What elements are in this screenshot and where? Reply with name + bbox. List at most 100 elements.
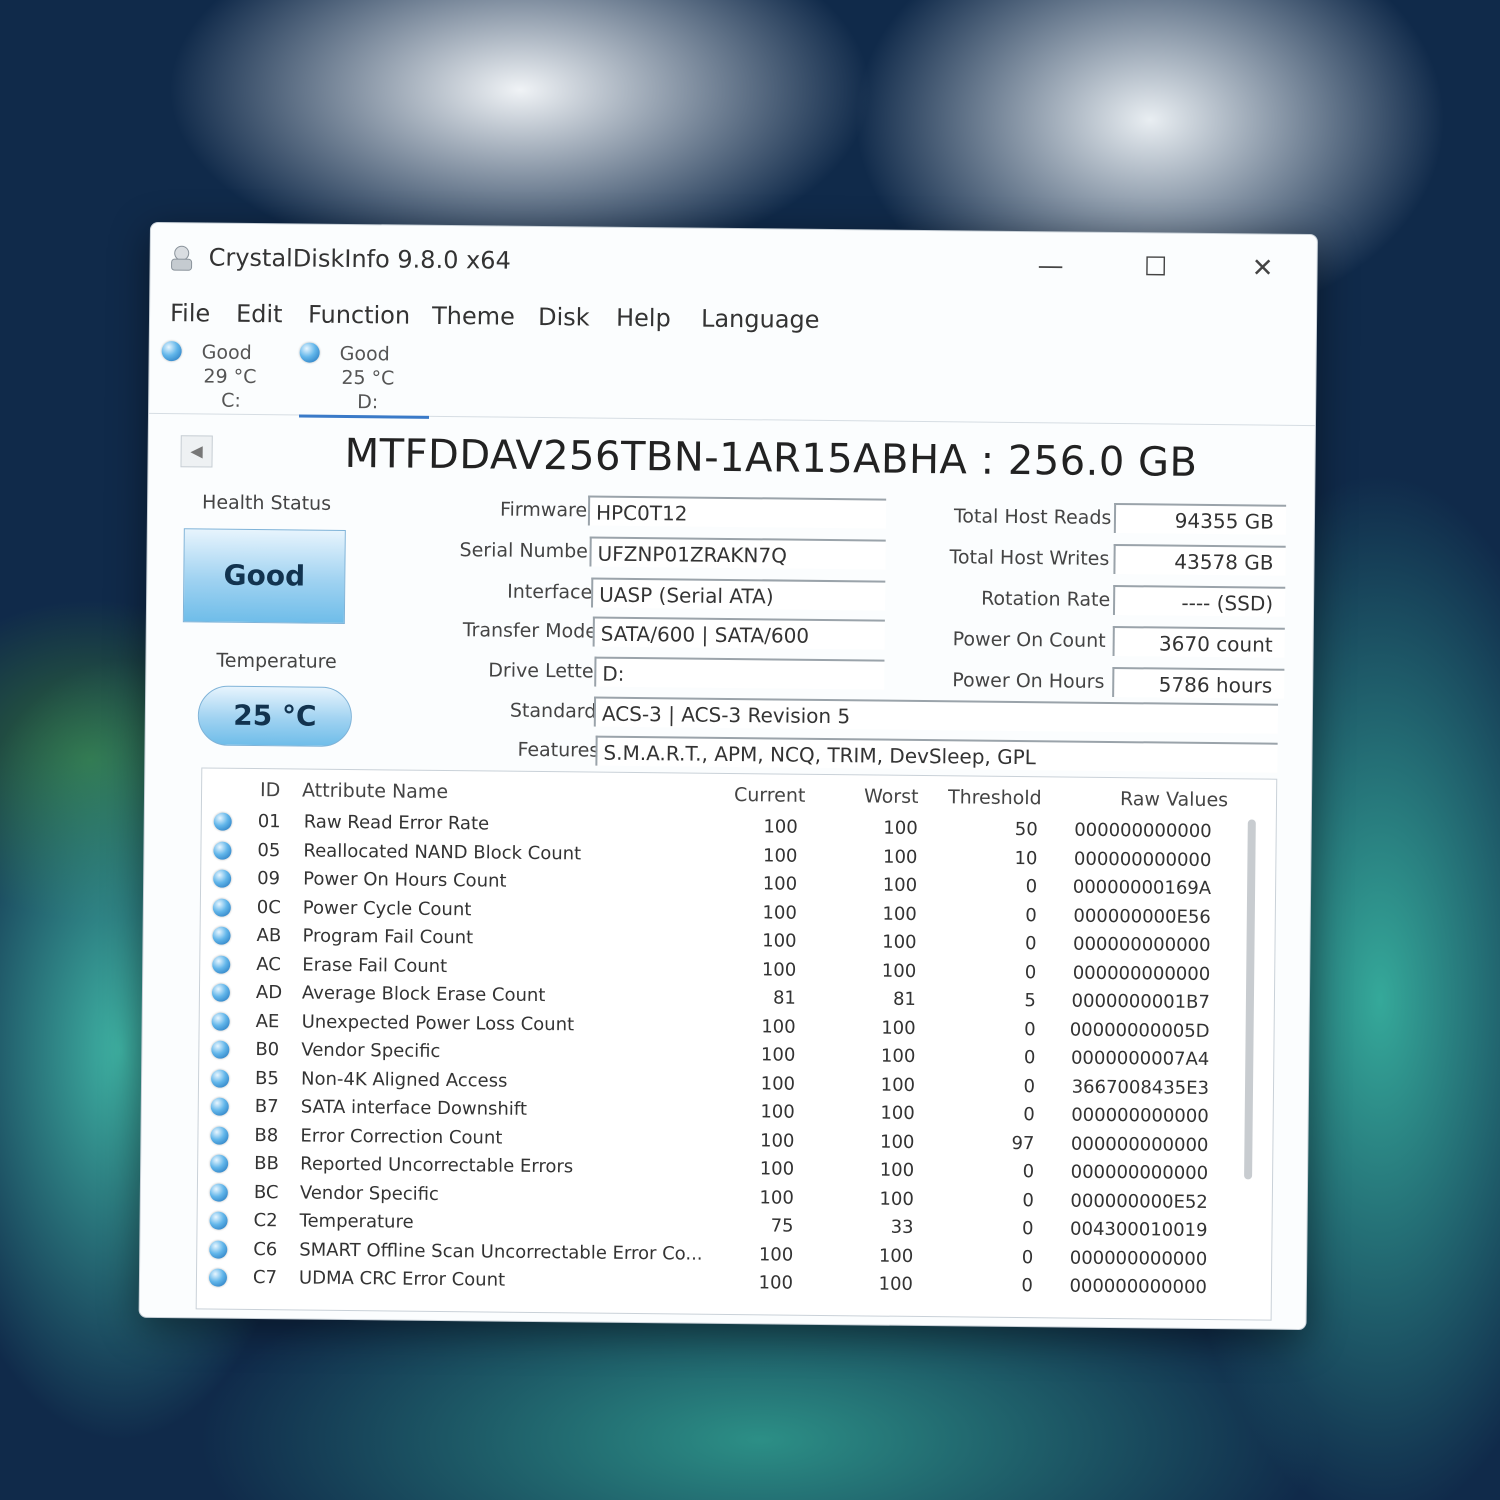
cell-attribute-name: Reallocated NAND Block Count — [303, 840, 582, 864]
cell-current: 100 — [759, 1186, 794, 1209]
status-orb-icon — [209, 1240, 228, 1259]
cell-current: 100 — [758, 1272, 794, 1294]
column-header-threshold[interactable]: Threshold — [948, 786, 1042, 809]
cell-id: B5 — [254, 1067, 279, 1089]
cell-raw-value: 000000000E56 — [1073, 905, 1211, 928]
menu-edit[interactable]: Edit — [236, 296, 283, 332]
cell-raw-value: 000000000000 — [1073, 848, 1212, 871]
menu-language[interactable]: Language — [701, 301, 820, 338]
menu-function[interactable]: Function — [308, 297, 410, 334]
cell-raw-value: 000000000000 — [1070, 1161, 1209, 1185]
status-orb-icon — [210, 1154, 229, 1173]
total-host-reads-label: Total Host Reads — [953, 505, 1112, 529]
cell-id: B7 — [254, 1096, 279, 1118]
cell-id: AD — [255, 982, 283, 1004]
cell-current: 100 — [762, 930, 797, 952]
cell-worst: 100 — [879, 1159, 915, 1181]
cell-worst: 100 — [879, 1188, 914, 1210]
menu-help[interactable]: Help — [616, 300, 671, 337]
cell-raw-value: 000000000000 — [1070, 1133, 1209, 1156]
cell-worst: 100 — [881, 1017, 916, 1039]
cell-threshold: 0 — [1025, 876, 1038, 898]
cell-id: BC — [253, 1181, 279, 1203]
cell-attribute-name: Power Cycle Count — [302, 897, 472, 920]
close-button[interactable]: ✕ — [1232, 246, 1292, 291]
status-orb-icon — [209, 1211, 228, 1230]
column-header-attribute-name[interactable]: Attribute Name — [302, 780, 448, 804]
cell-attribute-name: Vendor Specific — [299, 1182, 440, 1205]
cell-current: 100 — [761, 1015, 796, 1038]
cell-threshold: 0 — [1021, 1275, 1034, 1297]
cell-worst: 100 — [882, 846, 918, 868]
maximize-button[interactable]: ☐ — [1125, 245, 1185, 290]
cell-current: 100 — [762, 844, 798, 867]
status-orb-icon — [213, 812, 232, 831]
status-orb-icon — [213, 869, 232, 888]
cell-attribute-name: Raw Read Error Rate — [303, 811, 490, 835]
menu-theme[interactable]: Theme — [432, 298, 515, 335]
status-orb-icon — [213, 841, 232, 860]
minimize-button[interactable]: — — [1020, 244, 1080, 289]
cell-id: C6 — [253, 1238, 278, 1260]
menu-disk[interactable]: Disk — [538, 299, 590, 336]
status-orb-icon — [211, 1040, 230, 1059]
cell-id: AC — [256, 953, 281, 975]
column-header-id[interactable]: ID — [260, 779, 280, 801]
cell-worst: 100 — [883, 817, 918, 839]
interface-label: Interface — [507, 580, 593, 604]
drive-tab-c[interactable]: Good 29 °C C: — [159, 335, 290, 414]
status-orb-icon — [211, 1012, 230, 1031]
cell-current: 100 — [763, 816, 798, 838]
firmware-field: HPC0T12 — [587, 495, 887, 529]
cell-current: 100 — [762, 873, 798, 895]
serial-number-label: Serial Number — [459, 539, 596, 563]
cell-raw-value: 0000000007A4 — [1070, 1047, 1210, 1071]
cell-worst: 33 — [890, 1216, 914, 1238]
cell-id: 09 — [257, 868, 281, 890]
cell-raw-value: 000000000000 — [1069, 1247, 1208, 1270]
transfer-mode-field: SATA/600 | SATA/600 — [592, 616, 885, 650]
cell-attribute-name: UDMA CRC Error Count — [298, 1267, 506, 1291]
cell-attribute-name: Vendor Specific — [301, 1039, 441, 1062]
cell-threshold: 0 — [1024, 961, 1037, 983]
column-header-current[interactable]: Current — [734, 784, 806, 807]
cell-current: 100 — [760, 1044, 796, 1066]
column-header-worst[interactable]: Worst — [864, 785, 919, 808]
cell-threshold: 5 — [1024, 990, 1037, 1012]
serial-number-field: UFZNP01ZRAKN7Q — [589, 536, 886, 570]
drive-tab-d[interactable]: Good 25 °C D: — [298, 336, 430, 419]
power-on-count-field: 3670 count — [1112, 625, 1285, 658]
cell-current: 100 — [761, 958, 797, 981]
app-icon — [166, 243, 196, 273]
rotation-rate-label: Rotation Rate — [981, 587, 1111, 611]
cell-raw-value: 000000000000 — [1071, 1104, 1209, 1128]
cell-id: BB — [254, 1153, 279, 1175]
cell-raw-value: 000000000000 — [1072, 962, 1211, 985]
cell-attribute-name: Unexpected Power Loss Count — [301, 1011, 575, 1035]
column-header-raw-values[interactable]: Raw Values — [1120, 788, 1228, 811]
menu-file[interactable]: File — [170, 295, 211, 331]
power-on-hours-field: 5786 hours — [1112, 666, 1285, 699]
temperature-button[interactable]: 25 °C — [197, 685, 353, 748]
interface-field: UASP (Serial ATA) — [591, 577, 886, 611]
cell-threshold: 0 — [1025, 904, 1037, 926]
cell-threshold: 0 — [1022, 1189, 1034, 1211]
cell-attribute-name: Program Fail Count — [302, 925, 474, 949]
previous-drive-arrow-icon[interactable]: ◀ — [180, 435, 213, 468]
cell-threshold: 0 — [1023, 1047, 1036, 1069]
cell-attribute-name: Erase Fail Count — [302, 954, 448, 977]
status-orb-icon — [210, 1097, 229, 1116]
crystaldiskinfo-window: CrystalDiskInfo 9.8.0 x64 — ☐ ✕ File Edi… — [138, 221, 1318, 1331]
cell-worst: 100 — [880, 1045, 916, 1067]
standard-label: Standard — [509, 699, 597, 723]
health-status-label: Health Status — [201, 491, 332, 515]
cell-attribute-name: Average Block Erase Count — [301, 982, 546, 1007]
drive-status: Good — [201, 341, 252, 364]
vertical-scrollbar[interactable] — [1244, 819, 1256, 1180]
window-title: CrystalDiskInfo 9.8.0 x64 — [208, 243, 511, 275]
status-orb-icon — [210, 1126, 229, 1145]
cell-raw-value: 000000000000 — [1074, 819, 1212, 843]
health-status-button[interactable]: Good — [182, 528, 346, 624]
drive-letter-label: Drive Letter — [488, 659, 602, 683]
cell-attribute-name: SMART Offline Scan Uncorrectable Error C… — [299, 1239, 703, 1265]
